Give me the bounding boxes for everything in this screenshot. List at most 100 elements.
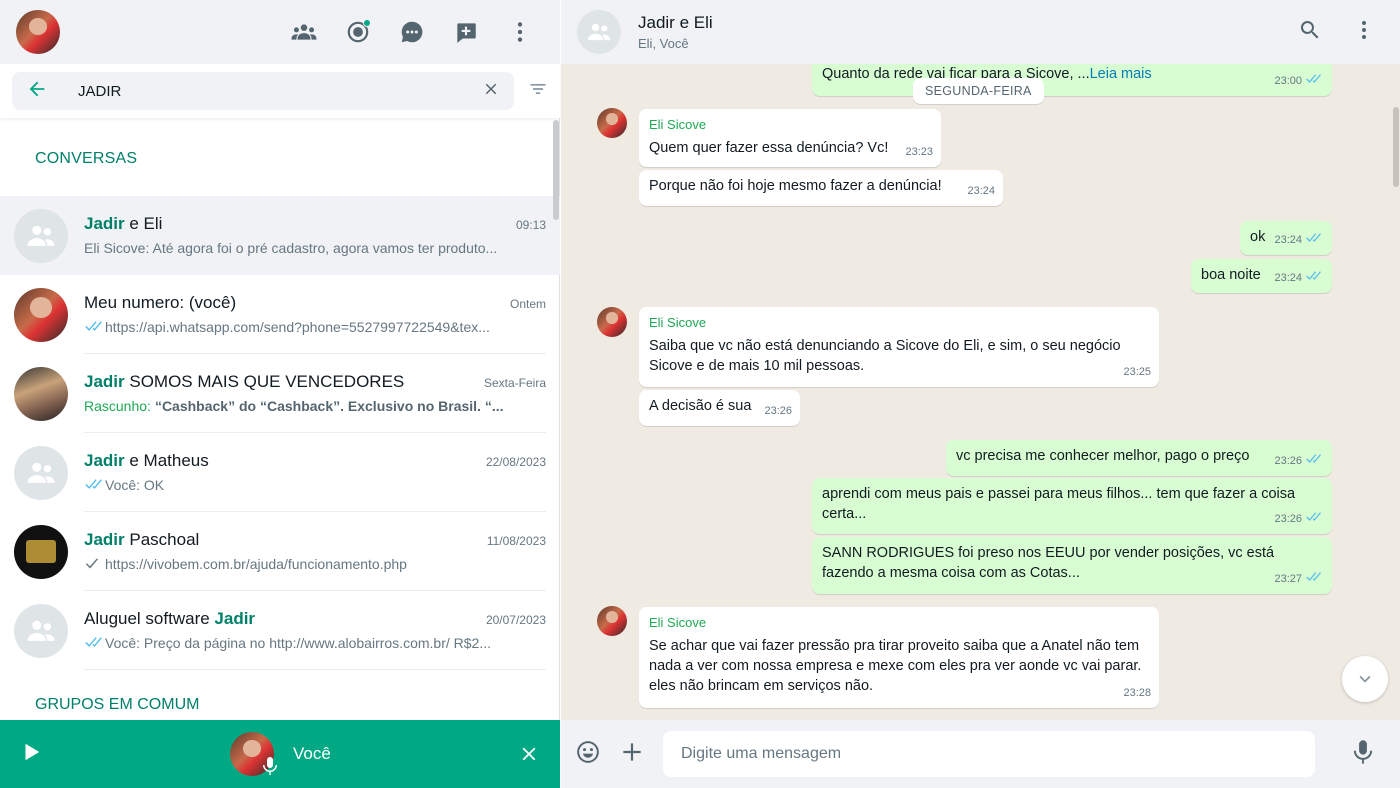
menu-icon[interactable] bbox=[1352, 18, 1376, 47]
attach-plus-icon[interactable] bbox=[619, 739, 645, 770]
section-title-conversas: CONVERSAS bbox=[35, 150, 138, 167]
chat-item-aluguel-software[interactable]: Aluguel software Jadir 20/07/2023 Você: … bbox=[0, 591, 560, 670]
message-outgoing[interactable]: Quanto da rede vai ficar para a Sicove, … bbox=[812, 64, 1332, 96]
chat-name: Jadir Paschoal bbox=[84, 530, 200, 549]
avatar bbox=[14, 287, 68, 342]
message-time: 23:26 bbox=[1274, 455, 1302, 467]
chat-item-somos-mais[interactable]: Jadir SOMOS MAIS QUE VENCEDORES Sexta-Fe… bbox=[0, 354, 560, 433]
double-check-read-icon bbox=[84, 477, 102, 493]
message-text: Quem quer fazer essa denúncia? Vc! bbox=[649, 140, 889, 156]
new-chat-icon[interactable] bbox=[450, 16, 482, 48]
search-box bbox=[12, 72, 514, 110]
message-sender: Eli Sicove bbox=[649, 615, 707, 630]
chat-name: Meu numero: (você) bbox=[84, 293, 237, 312]
communities-icon[interactable] bbox=[288, 16, 320, 48]
message-outgoing[interactable]: vc precisa me conhecer melhor, pago o pr… bbox=[946, 440, 1332, 476]
group-default-icon bbox=[27, 225, 55, 246]
message-text: SANN RODRIGUES foi preso nos EEUU por ve… bbox=[822, 545, 1275, 581]
status-icon[interactable] bbox=[342, 16, 374, 48]
message-incoming[interactable]: A decisão é sua 23:26 bbox=[639, 390, 800, 426]
sender-avatar[interactable] bbox=[597, 307, 627, 337]
message-time: 23:24 bbox=[1274, 234, 1302, 246]
chat-name: Aluguel software Jadir bbox=[84, 609, 256, 628]
conversation-panel: Jadir e Eli Eli, Você Quanto da rede vai… bbox=[561, 0, 1400, 788]
chat-time: 22/08/2023 bbox=[485, 455, 546, 469]
back-arrow-icon[interactable] bbox=[26, 78, 48, 105]
chat-time: Ontem bbox=[509, 297, 546, 311]
double-check-read-icon bbox=[1305, 71, 1321, 91]
message-time: 23:27 bbox=[1274, 573, 1302, 585]
message-time: 23:25 bbox=[1123, 366, 1151, 378]
chat-item-jadir-e-eli[interactable]: Jadir e Eli 09:13 Eli Sicove: Até agora … bbox=[0, 196, 560, 275]
message-text: boa noite bbox=[1201, 267, 1261, 283]
channels-icon[interactable] bbox=[396, 16, 428, 48]
double-check-read-icon bbox=[1305, 569, 1321, 589]
chat-name: Jadir e Eli bbox=[84, 214, 163, 233]
message-outgoing[interactable]: boa noite 23:24 bbox=[1191, 259, 1332, 293]
messages-scrollbar[interactable] bbox=[1393, 107, 1399, 187]
message-outgoing[interactable]: aprendi com meus pais e passei para meus… bbox=[812, 478, 1332, 534]
microphone-icon bbox=[262, 756, 278, 781]
chat-time: 11/08/2023 bbox=[486, 534, 546, 548]
chat-time: 09:13 bbox=[515, 218, 546, 232]
filter-unread-icon[interactable] bbox=[514, 79, 548, 104]
message-text: vc precisa me conhecer melhor, pago o pr… bbox=[956, 448, 1250, 464]
chat-item-jadir-paschoal[interactable]: Jadir Paschoal 11/08/2023 https://vivobe… bbox=[0, 512, 560, 591]
message-text: aprendi com meus pais e passei para meus… bbox=[822, 486, 1296, 522]
conversation-title: Jadir e Eli bbox=[638, 13, 713, 32]
conversation-header[interactable]: Jadir e Eli Eli, Você bbox=[561, 0, 1400, 64]
double-check-read-icon bbox=[84, 319, 102, 335]
message-incoming[interactable]: Eli Sicove Se achar que vai fazer pressã… bbox=[639, 607, 1159, 708]
message-incoming[interactable]: Eli Sicove Quem quer fazer essa denúncia… bbox=[639, 109, 941, 167]
message-sender: Eli Sicove bbox=[649, 117, 707, 132]
message-incoming[interactable]: Porque não foi hoje mesmo fazer a denúnc… bbox=[639, 170, 1003, 206]
group-default-icon bbox=[587, 23, 611, 41]
chat-preview: Você: Preço da página no http://www.alob… bbox=[105, 635, 491, 651]
chat-time: Sexta-Feira bbox=[483, 376, 546, 390]
chevron-down-icon bbox=[1359, 675, 1371, 683]
double-check-read-icon bbox=[1305, 451, 1321, 471]
search-input[interactable] bbox=[78, 82, 458, 100]
message-outgoing[interactable]: SANN RODRIGUES foi preso nos EEUU por ve… bbox=[812, 537, 1332, 594]
message-incoming[interactable]: Eli Sicove Saiba que vc não está denunci… bbox=[639, 307, 1159, 387]
avatar bbox=[14, 366, 68, 421]
read-more-link[interactable]: Leia mais bbox=[1090, 66, 1152, 82]
group-avatar bbox=[14, 208, 68, 263]
message-time: 23:26 bbox=[1274, 513, 1302, 525]
audio-sender-name: Você bbox=[293, 744, 331, 763]
chat-list-scrollbar[interactable] bbox=[553, 120, 559, 220]
message-list: Quanto da rede vai ficar para a Sicove, … bbox=[561, 64, 1400, 720]
voice-message-playback-bar: Você bbox=[0, 720, 560, 788]
date-divider: SEGUNDA-FEIRA bbox=[913, 78, 1044, 104]
clear-search-icon[interactable] bbox=[482, 80, 500, 103]
message-input[interactable] bbox=[663, 731, 1315, 777]
chat-name: Jadir e Matheus bbox=[84, 451, 209, 470]
message-text: A decisão é sua bbox=[649, 398, 752, 414]
menu-icon[interactable] bbox=[504, 16, 536, 48]
message-text: Saiba que vc não está denunciando a Sico… bbox=[649, 338, 1121, 374]
group-default-icon bbox=[27, 620, 55, 641]
message-outgoing[interactable]: ok 23:24 bbox=[1240, 221, 1332, 255]
sender-avatar[interactable] bbox=[597, 606, 627, 636]
message-text: Se achar que vai fazer pressão pra tirar… bbox=[649, 638, 1142, 694]
chat-preview: https://api.whatsapp.com/send?phone=5527… bbox=[105, 319, 490, 335]
chat-item-meu-numero[interactable]: Meu numero: (você) Ontem https://api.wha… bbox=[0, 275, 560, 354]
double-check-read-icon bbox=[1305, 268, 1321, 288]
message-text: ok bbox=[1250, 229, 1266, 245]
scroll-to-bottom-button[interactable] bbox=[1342, 656, 1388, 702]
search-results-list: CONVERSAS Jadir e Eli 09:13 Eli Sicove: … bbox=[0, 118, 560, 720]
search-icon[interactable] bbox=[1298, 18, 1322, 47]
chat-preview: Você: OK bbox=[105, 477, 165, 493]
chat-preview: “Cashback” do “Cashback”. Exclusivo no B… bbox=[154, 398, 504, 414]
chat-preview: https://vivobem.com.br/ajuda/funcionamen… bbox=[105, 556, 407, 572]
my-profile-avatar[interactable] bbox=[16, 10, 60, 54]
single-check-icon bbox=[84, 556, 102, 572]
sender-avatar[interactable] bbox=[597, 108, 627, 138]
chat-item-jadir-e-matheus[interactable]: Jadir e Matheus 22/08/2023 Você: OK bbox=[0, 433, 560, 512]
close-icon[interactable] bbox=[518, 743, 540, 770]
microphone-icon[interactable] bbox=[1352, 739, 1386, 770]
status-unread-dot bbox=[363, 19, 371, 27]
group-avatar[interactable] bbox=[577, 10, 621, 54]
play-icon[interactable] bbox=[20, 741, 42, 768]
emoji-icon[interactable] bbox=[575, 739, 601, 770]
